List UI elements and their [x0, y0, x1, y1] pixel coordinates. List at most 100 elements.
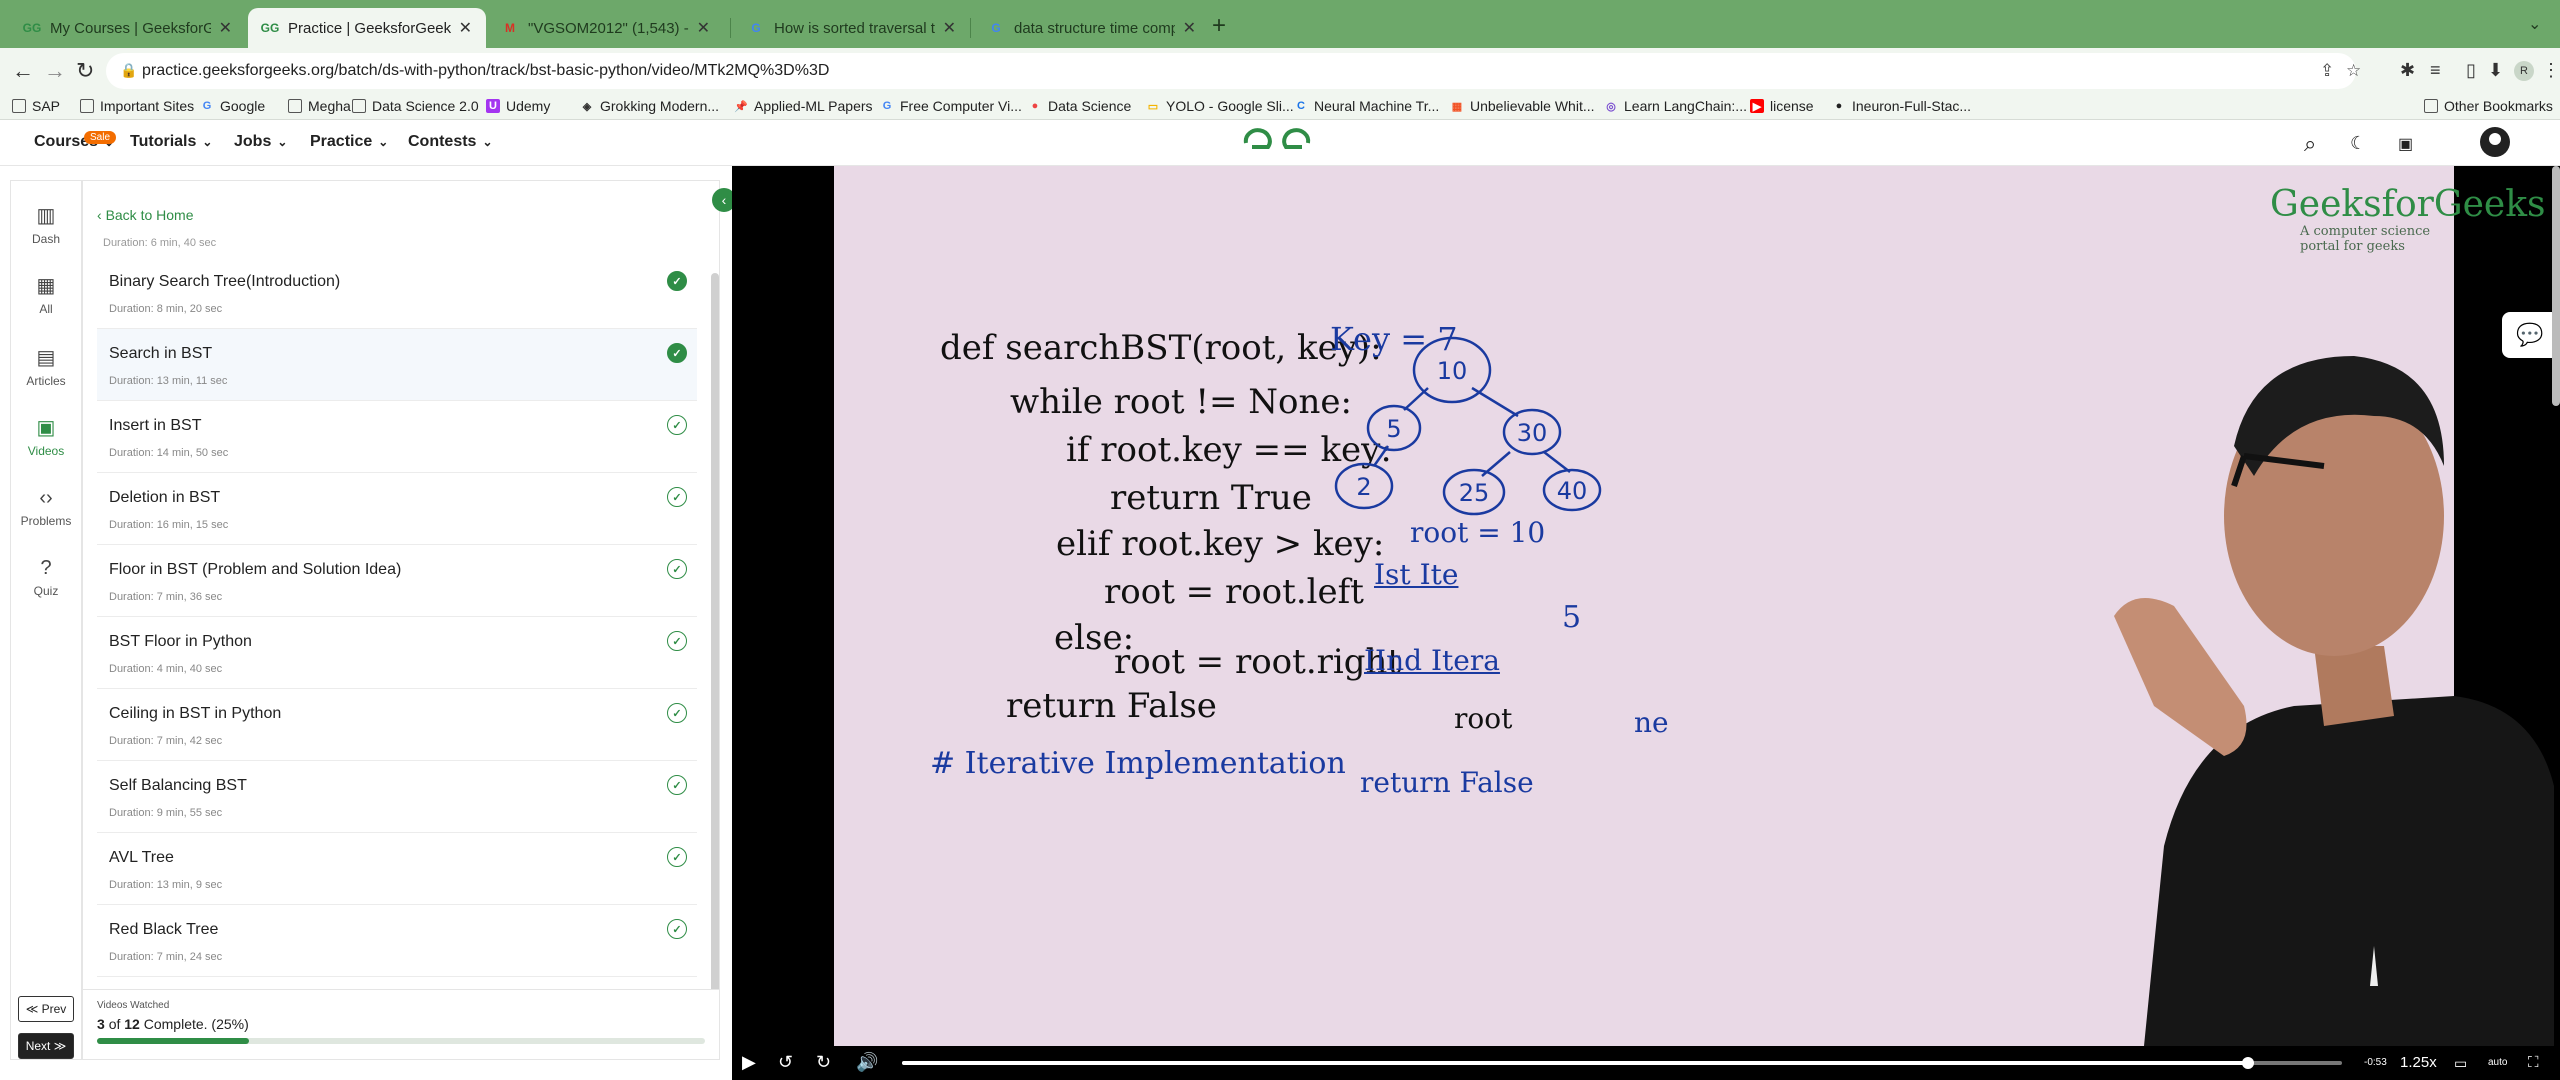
lesson-duration: Duration: 13 min, 9 sec	[109, 879, 223, 891]
bookmark-item[interactable]: Important Sites	[80, 98, 194, 114]
user-avatar-icon[interactable]	[2480, 127, 2510, 157]
bookmark-star-icon[interactable]: ☆	[2346, 61, 2361, 81]
tab-search-chevron-icon[interactable]: ⌄	[2528, 14, 2541, 34]
rail-item-quiz[interactable]: ? Quiz	[11, 557, 81, 598]
lesson-item[interactable]: Binary Search Tree(Introduction) Duration…	[97, 257, 697, 329]
lesson-list-scrollbar[interactable]	[711, 273, 719, 993]
lesson-item[interactable]: Self Balancing BST Duration: 9 min, 55 se…	[97, 761, 697, 833]
forward-icon[interactable]: ↻	[816, 1052, 831, 1073]
lesson-item[interactable]: Deletion in BST Duration: 16 min, 15 sec ✓	[97, 473, 697, 545]
rail-item-videos[interactable]: ▣ Videos	[11, 415, 81, 458]
reading-list-icon[interactable]: ≡	[2430, 60, 2441, 81]
page-scrollbar[interactable]	[2552, 166, 2560, 406]
bookmark-item[interactable]: ▶ license	[1750, 98, 1814, 114]
address-bar[interactable]: 🔒 practice.geeksforgeeks.org/batch/ds-wi…	[106, 53, 2361, 89]
close-tab-icon[interactable]: ✕	[459, 18, 472, 38]
bookmark-item[interactable]: ▦ Unbelievable Whit...	[1450, 98, 1595, 114]
new-tab-plus-icon[interactable]: +	[1212, 12, 1226, 40]
close-tab-icon[interactable]: ✕	[219, 18, 232, 38]
dark-mode-moon-icon[interactable]: ☾	[2350, 133, 2366, 154]
video-player[interactable]: GeeksforGeeks A computer science portal …	[732, 166, 2560, 1080]
volume-icon[interactable]: 🔊	[856, 1052, 878, 1073]
captions-icon[interactable]: ▭	[2454, 1055, 2467, 1072]
back-arrow-icon[interactable]: ←	[12, 58, 34, 84]
close-tab-icon[interactable]: ✕	[1183, 18, 1196, 38]
bookmark-item[interactable]: ● Data Science	[1028, 98, 1132, 114]
nav-jobs[interactable]: Jobs ⌄	[234, 133, 287, 151]
lesson-item[interactable]: AVL Tree Duration: 13 min, 9 sec ✓	[97, 833, 697, 905]
forward-arrow-icon[interactable]: →	[44, 58, 66, 84]
lesson-item[interactable]: BST Floor in Python Duration: 4 min, 40 s…	[97, 617, 697, 689]
lesson-item[interactable]: Insert in BST Duration: 14 min, 50 sec ✓	[97, 401, 697, 473]
bookmark-item[interactable]: U Udemy	[486, 98, 550, 114]
nav-courses[interactable]: Sale Courses⌄	[34, 131, 117, 151]
profile-avatar[interactable]: R	[2514, 61, 2534, 81]
playback-speed-button[interactable]: 1.25x	[2400, 1054, 2437, 1071]
video-frame-whiteboard: GeeksforGeeks A computer science portal …	[834, 166, 2554, 1046]
chevron-down-icon: ⌄	[378, 135, 389, 149]
bookmark-item[interactable]: SAP	[12, 98, 60, 114]
play-icon[interactable]: ▶	[742, 1052, 756, 1073]
bookmark-item[interactable]: C Neural Machine Tr...	[1294, 98, 1439, 114]
rewind-icon[interactable]: ↺	[778, 1052, 793, 1073]
tree-node-label: 30	[1517, 419, 1548, 447]
rail-item-problems[interactable]: ‹› Problems	[11, 487, 81, 528]
side-panel-icon[interactable]: ▯	[2466, 60, 2476, 81]
bookmark-item[interactable]: ▭ YOLO - Google Sli...	[1146, 98, 1294, 114]
language-translate-icon[interactable]: ▣	[2398, 134, 2413, 154]
search-icon[interactable]: ⌕	[2304, 131, 2316, 157]
fullscreen-icon[interactable]: ⛶	[2528, 1054, 2539, 1071]
prev-button[interactable]: ≪ Prev	[18, 996, 74, 1022]
reload-icon[interactable]: ↻	[76, 58, 94, 84]
nav-practice[interactable]: Practice ⌄	[310, 133, 388, 151]
share-icon[interactable]: ⇪	[2320, 61, 2334, 81]
next-button[interactable]: Next ≫	[18, 1033, 74, 1059]
bookmark-item[interactable]: ◎ Learn LangChain:...	[1604, 98, 1747, 114]
nav-tutorials[interactable]: Tutorials ⌄	[130, 133, 212, 151]
url-text: practice.geeksforgeeks.org/batch/ds-with…	[142, 62, 830, 79]
close-tab-icon[interactable]: ✕	[943, 18, 956, 38]
download-icon[interactable]: ⬇	[2488, 60, 2503, 81]
completed-check-icon: ✓	[667, 343, 687, 363]
bookmark-item[interactable]: 📌 Applied-ML Papers	[734, 98, 872, 114]
bookmark-item[interactable]: Megha	[288, 98, 351, 114]
watermark-subtitle: A computer science portal for geeks	[2300, 224, 2431, 254]
rail-item-dash[interactable]: ▥ Dash	[11, 203, 81, 246]
browser-tab[interactable]: G How is sorted traversal time co ✕	[734, 8, 970, 48]
lesson-item[interactable]: Search in BST Duration: 13 min, 11 sec ✓	[97, 329, 697, 401]
browser-tab[interactable]: G data structure time complexity ✕	[974, 8, 1210, 48]
lesson-item[interactable]: Floor in BST (Problem and Solution Idea)…	[97, 545, 697, 617]
lesson-title: Red Black Tree	[109, 921, 219, 938]
lock-icon: 🔒	[120, 62, 138, 78]
bookmark-item[interactable]: ◈ Grokking Modern...	[580, 98, 719, 114]
other-bookmarks[interactable]: Other Bookmarks	[2424, 98, 2553, 114]
board-code-line: root = root.left	[1104, 572, 1364, 612]
rail-item-articles[interactable]: ▤ Articles	[11, 345, 81, 388]
nav-contests[interactable]: Contests ⌄	[408, 133, 493, 151]
chat-bubble-icon[interactable]: 💬	[2502, 312, 2558, 358]
seek-handle[interactable]	[2242, 1057, 2255, 1069]
browser-menu-icon[interactable]: ⋮	[2542, 60, 2560, 81]
bookmark-item[interactable]: ● Ineuron-Full-Stac...	[1832, 98, 1971, 114]
lesson-item[interactable]: Red Black Tree Duration: 7 min, 24 sec ✓	[97, 905, 697, 977]
extensions-puzzle-icon[interactable]: ✱	[2400, 60, 2415, 81]
rail-item-all[interactable]: ▦ All	[11, 273, 81, 316]
tab-title: "VGSOM2012" (1,543) - rahul	[528, 19, 689, 37]
geeksforgeeks-favicon-icon: GG	[260, 21, 280, 35]
check-icon: ✓	[667, 775, 687, 795]
quality-button[interactable]: auto	[2488, 1057, 2507, 1068]
lesson-item[interactable]: Ceiling in BST in Python Duration: 7 min,…	[97, 689, 697, 761]
seek-bar[interactable]	[902, 1057, 2342, 1069]
bookmark-item[interactable]: Data Science 2.0	[352, 98, 479, 114]
back-to-home-link[interactable]: ‹ Back to Home	[97, 207, 194, 223]
bookmark-label: Data Science 2.0	[372, 98, 479, 114]
close-tab-icon[interactable]: ✕	[697, 18, 710, 38]
browser-tab[interactable]: M "VGSOM2012" (1,543) - rahul ✕	[488, 8, 724, 48]
check-icon: ✓	[667, 847, 687, 867]
browser-tab[interactable]: GG My Courses | GeeksforGeeks ✕	[10, 8, 246, 48]
folder-icon	[288, 99, 302, 113]
browser-tab-active[interactable]: GG Practice | GeeksforGeeks | A co ✕	[248, 8, 486, 48]
geeksforgeeks-logo-icon[interactable]	[1242, 127, 1312, 159]
bookmark-item[interactable]: G Google	[200, 98, 265, 114]
bookmark-item[interactable]: G Free Computer Vi...	[880, 98, 1022, 114]
